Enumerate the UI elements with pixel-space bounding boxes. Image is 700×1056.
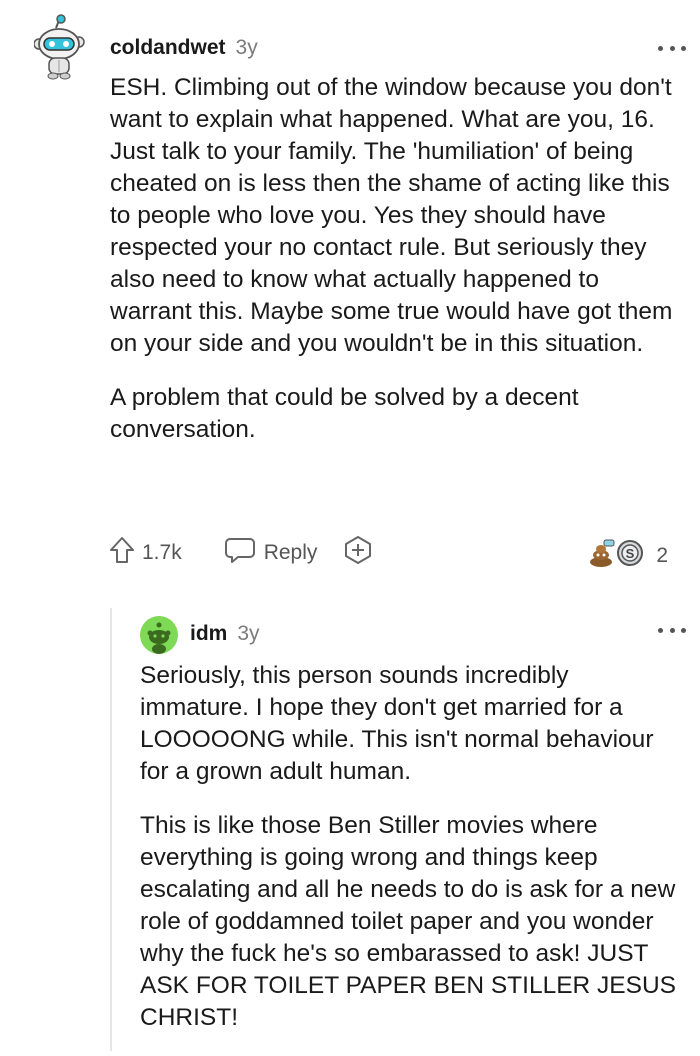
upvote-button[interactable]: 1.7k: [108, 535, 182, 571]
thread-line[interactable]: [110, 608, 112, 1051]
comment-header: idm 3y: [190, 622, 260, 646]
comment-paragraph: Seriously, this person sounds incredibly…: [140, 662, 654, 785]
awards[interactable]: S 2: [588, 538, 668, 574]
award-count: 2: [656, 544, 668, 567]
upvote-arrow-icon[interactable]: [108, 535, 136, 571]
comment-paragraph: This is like those Ben Stiller movies wh…: [140, 812, 676, 1031]
reply-button[interactable]: Reply: [224, 536, 318, 570]
comment-paragraph: A problem that could be solved by a dece…: [110, 384, 579, 443]
reply-bubble-icon[interactable]: [224, 536, 256, 570]
more-options-icon[interactable]: [658, 626, 686, 634]
comment-header: coldandwet 3y: [110, 36, 258, 60]
snoo-avatar-icon[interactable]: [140, 616, 178, 654]
comment-body: Seriously, this person sounds incredibly…: [140, 660, 680, 1056]
svg-text:S: S: [626, 546, 635, 561]
more-options-icon[interactable]: [658, 44, 686, 52]
comment-age: 3y: [235, 36, 258, 59]
username[interactable]: idm: [190, 622, 227, 646]
comment-age: 3y: [237, 622, 260, 645]
comment-actions: 1.7k Reply S 2: [108, 536, 668, 570]
comment-body: ESH. Climbing out of the window because …: [110, 72, 680, 468]
snoo-avatar-icon[interactable]: [33, 14, 86, 80]
comment-paragraph: ESH. Climbing out of the window because …: [110, 74, 673, 357]
username[interactable]: coldandwet: [110, 36, 226, 60]
awards-icon[interactable]: S: [588, 538, 648, 574]
add-award-button[interactable]: [343, 535, 373, 571]
reply-label[interactable]: Reply: [264, 541, 318, 565]
vote-count: 1.7k: [142, 541, 182, 564]
add-award-icon[interactable]: [343, 535, 373, 571]
